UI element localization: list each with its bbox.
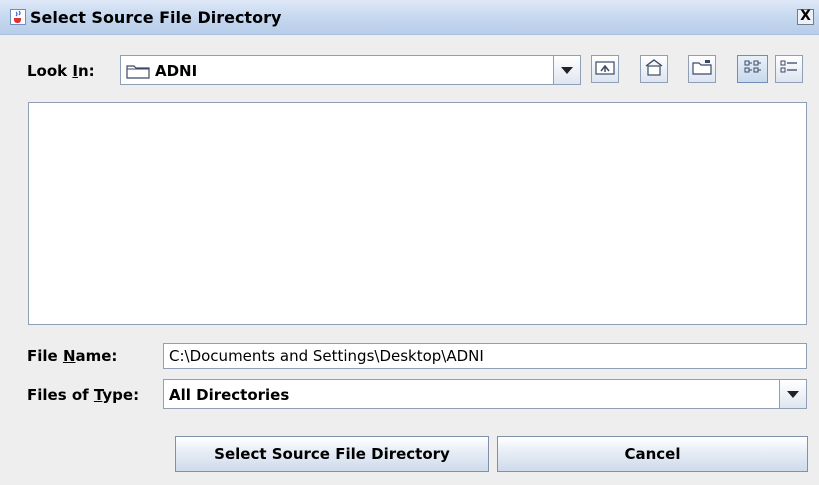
select-source-directory-button[interactable]: Select Source File Directory (175, 436, 489, 472)
chevron-down-icon (561, 61, 573, 79)
files-of-type-combobox[interactable]: All Directories (163, 379, 807, 409)
java-cup-icon (10, 9, 26, 25)
look-in-value: ADNI (155, 62, 198, 80)
up-one-level-icon (595, 59, 615, 80)
files-of-type-value: All Directories (169, 386, 290, 404)
folder-icon (126, 63, 150, 84)
title-bar: Select Source File Directory X (0, 0, 819, 35)
list-view-icon (743, 59, 763, 80)
cancel-button[interactable]: Cancel (497, 436, 808, 472)
list-view-button[interactable] (737, 55, 768, 83)
file-name-input[interactable]: C:\Documents and Settings\Desktop\ADNI (163, 343, 807, 369)
file-list[interactable] (28, 102, 807, 325)
look-in-dropdown-arrow[interactable] (553, 56, 580, 84)
details-view-button[interactable] (775, 55, 803, 83)
close-button[interactable]: X (797, 9, 814, 25)
details-view-icon (779, 59, 799, 80)
chevron-down-icon (787, 385, 799, 403)
up-one-level-button[interactable] (591, 55, 619, 83)
look-in-combobox[interactable]: ADNI (120, 55, 581, 85)
file-name-label: File Name: (27, 347, 118, 365)
home-icon (644, 58, 664, 81)
look-in-label: Look In: (27, 62, 95, 80)
home-button[interactable] (640, 55, 668, 83)
window-title: Select Source File Directory (30, 8, 282, 27)
new-folder-button[interactable] (688, 55, 716, 83)
files-of-type-label: Files of Type: (27, 386, 140, 404)
new-folder-icon (692, 59, 712, 80)
files-of-type-dropdown-arrow[interactable] (779, 380, 806, 408)
